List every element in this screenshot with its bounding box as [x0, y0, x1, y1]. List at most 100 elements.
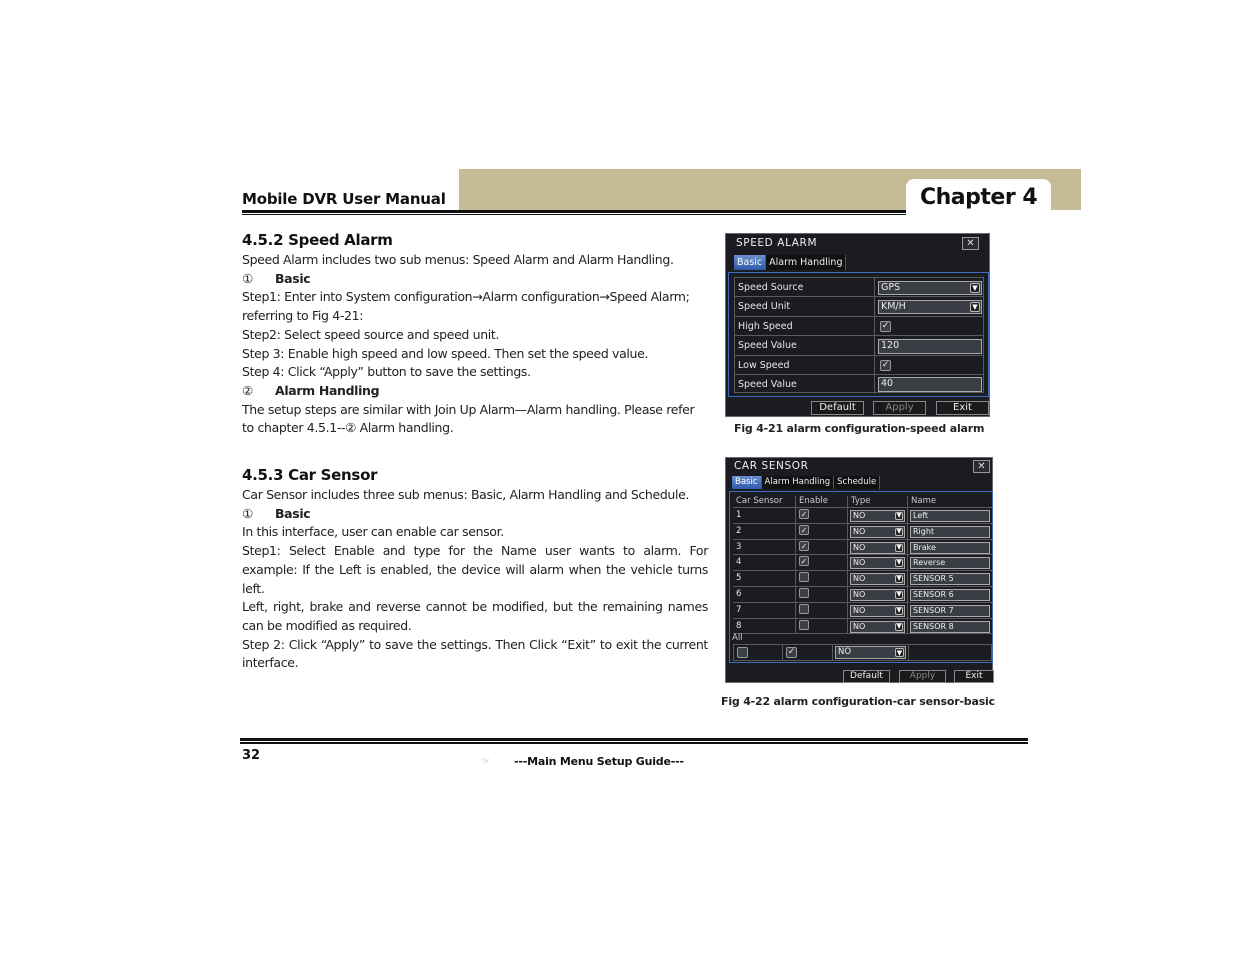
- close-icon[interactable]: ✕: [973, 460, 990, 473]
- table-row: 3 ✓ NO ▼ Brake: [733, 539, 992, 556]
- default-button[interactable]: Default: [843, 670, 890, 683]
- enable-cell: [796, 618, 848, 634]
- apply-button[interactable]: Apply: [899, 670, 946, 683]
- table-row: 1 ✓ NO ▼ Left: [733, 508, 992, 524]
- chevron-down-icon: ▼: [895, 575, 903, 584]
- type-select[interactable]: NO ▼: [850, 525, 905, 538]
- type-cell: NO ▼: [848, 523, 908, 539]
- step2-text: Step 2: Click “Apply” to save the settin…: [242, 636, 708, 671]
- all-row: ✓ NO ▼: [733, 644, 992, 661]
- enable-checkbox[interactable]: ✓: [799, 524, 809, 535]
- sensor-name-input[interactable]: Reverse: [910, 557, 990, 570]
- table-row: 7 NO ▼ SENSOR 7: [733, 602, 992, 619]
- exit-button[interactable]: Exit: [954, 670, 994, 683]
- speed-alarm-dialog: SPEED ALARM ✕ Basic Alarm Handling Speed…: [725, 233, 990, 417]
- high-speed-checkbox[interactable]: ✓: [880, 320, 891, 332]
- subheading-basic: ① Basic: [242, 505, 708, 524]
- speed-unit-select[interactable]: KM/H ▼: [878, 300, 982, 315]
- select-all-checkbox[interactable]: [737, 647, 748, 658]
- sensor-name-input[interactable]: SENSOR 7: [910, 604, 990, 617]
- default-button[interactable]: Default: [811, 401, 864, 415]
- settings-panel: Speed Source GPS ▼ Speed Unit KM/H ▼ High …: [728, 272, 989, 397]
- enable-checkbox[interactable]: ✓: [799, 509, 809, 519]
- manual-title: Mobile DVR User Manual: [242, 190, 446, 208]
- tab-alarm-handling[interactable]: Alarm Handling: [766, 255, 847, 270]
- alarm-handling-text-cont: to chapter 4.5.1--② Alarm handling.: [242, 420, 454, 436]
- exit-button[interactable]: Exit: [936, 401, 989, 415]
- sensor-name-input[interactable]: Right: [910, 525, 990, 538]
- section-heading-car-sensor: 4.5.3 Car Sensor: [242, 466, 378, 484]
- figure-caption-4-22: Fig 4-22 alarm configuration-car sensor-…: [721, 695, 995, 708]
- type-cell: NO ▼: [848, 587, 908, 602]
- table-row: 6 NO ▼ SENSOR 6: [733, 587, 992, 603]
- sensor-name-input[interactable]: SENSOR 6: [910, 589, 990, 601]
- subheading-basic: ① Basic: [242, 270, 712, 289]
- speed-alarm-body: Speed Alarm includes two sub menus: Spee…: [242, 251, 712, 438]
- note-text: Left, right, brake and reverse cannot be…: [242, 599, 708, 633]
- row-low-speed: Low Speed ✓: [735, 355, 983, 375]
- sensor-name-input[interactable]: Left: [910, 510, 990, 522]
- table-row: 5 NO ▼ SENSOR 5: [733, 571, 992, 587]
- pointing-hand-icon: ☞: [482, 757, 491, 767]
- sensor-id: 2: [733, 523, 796, 539]
- all-enable-checkbox[interactable]: ✓: [786, 647, 797, 658]
- type-select[interactable]: NO ▼: [850, 604, 905, 617]
- step4-text: Step 4: Click “Apply” button to save the…: [242, 364, 531, 380]
- name-cell: Brake: [908, 540, 992, 555]
- enable-checkbox[interactable]: ✓: [799, 556, 809, 567]
- line1-text: In this interface, user can enable car s…: [242, 524, 504, 540]
- sensor-name-input[interactable]: Brake: [910, 541, 990, 554]
- chevron-down-icon: ▼: [895, 543, 903, 552]
- type-select[interactable]: NO ▼: [850, 620, 905, 633]
- all-type-select[interactable]: NO ▼: [835, 646, 906, 659]
- column-header: Type: [848, 496, 908, 507]
- low-speed-checkbox[interactable]: ✓: [880, 359, 891, 371]
- sensor-name-input[interactable]: SENSOR 5: [910, 573, 990, 586]
- step1-text: Step1: Enter into System configuration→A…: [242, 289, 690, 305]
- footer-rule: [240, 738, 1028, 741]
- enable-checkbox[interactable]: [799, 619, 809, 630]
- tab-basic[interactable]: Basic: [734, 255, 767, 270]
- type-select[interactable]: NO ▼: [850, 557, 905, 570]
- speed-source-select[interactable]: GPS ▼: [878, 281, 982, 295]
- footer-rule-thin: [240, 742, 1028, 744]
- dialog-title: SPEED ALARM: [736, 237, 818, 249]
- tab-schedule[interactable]: Schedule: [834, 476, 881, 489]
- sensor-table: Car Sensor Enable Type Name 1 ✓ NO ▼ Left 2 ✓ N…: [733, 496, 992, 635]
- header-rule: [242, 210, 906, 213]
- close-icon[interactable]: ✕: [962, 237, 979, 250]
- sensor-id: 7: [733, 602, 796, 618]
- select-value: NO: [853, 526, 866, 536]
- enable-checkbox[interactable]: [799, 588, 809, 598]
- type-select[interactable]: NO ▼: [850, 510, 905, 522]
- type-select[interactable]: NO ▼: [850, 589, 905, 601]
- enable-cell: [796, 587, 848, 602]
- row-label: Speed Value: [735, 336, 875, 355]
- tab-bar: Basic Alarm Handling: [734, 255, 847, 270]
- enable-checkbox[interactable]: ✓: [799, 540, 809, 551]
- column-header: Car Sensor: [733, 496, 796, 507]
- row-high-speed: High Speed ✓: [735, 316, 983, 337]
- enable-checkbox[interactable]: [799, 572, 809, 583]
- type-select[interactable]: NO ▼: [850, 541, 905, 554]
- row-low-speed-value: Speed Value 40: [735, 375, 983, 394]
- circled-number-1: ①: [242, 505, 253, 521]
- type-cell: NO ▼: [848, 571, 908, 586]
- select-value: NO: [853, 605, 866, 615]
- tab-basic[interactable]: Basic: [732, 476, 762, 489]
- type-cell: NO ▼: [848, 618, 908, 634]
- low-speed-value-input[interactable]: 40: [878, 377, 982, 392]
- row-label: Speed Value: [735, 375, 875, 394]
- name-cell: SENSOR 5: [908, 571, 992, 586]
- apply-button[interactable]: Apply: [873, 401, 926, 415]
- tab-alarm-handling[interactable]: Alarm Handling: [761, 476, 835, 489]
- type-select[interactable]: NO ▼: [850, 573, 905, 586]
- high-speed-value-input[interactable]: 120: [878, 339, 982, 355]
- enable-cell: ✓: [796, 523, 848, 539]
- chevron-down-icon: ▼: [895, 591, 903, 599]
- enable-checkbox[interactable]: [799, 603, 809, 614]
- sensor-name-input[interactable]: SENSOR 8: [910, 620, 990, 633]
- row-high-speed-value: Speed Value 120: [735, 336, 983, 356]
- enable-cell: ✓: [796, 508, 848, 523]
- subheading-label: Basic: [275, 270, 311, 286]
